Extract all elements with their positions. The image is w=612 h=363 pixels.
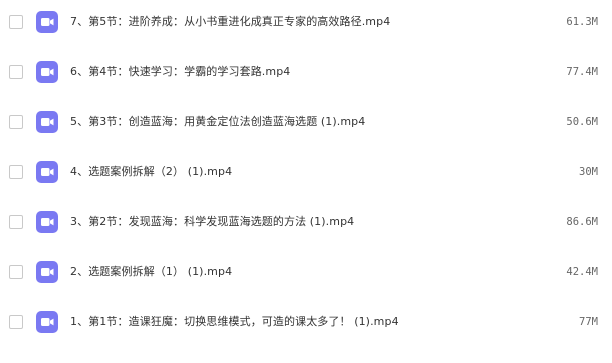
- file-name[interactable]: 5、第3节：创造蓝海：用黄金定位法创造蓝海选题 (1).mp4: [70, 113, 365, 131]
- video-file-icon: [36, 61, 58, 83]
- file-name[interactable]: 7、第5节：进阶养成：从小书重进化成真正专家的高效路径.mp4: [70, 13, 390, 31]
- file-size: 50.6M: [566, 116, 598, 128]
- row-checkbox[interactable]: [9, 115, 23, 129]
- file-row[interactable]: 6、第4节：快速学习：学霸的学习套路.mp4 77.4M: [0, 61, 612, 113]
- video-file-icon: [36, 161, 58, 183]
- file-name[interactable]: 6、第4节：快速学习：学霸的学习套路.mp4: [70, 63, 290, 81]
- video-file-icon: [36, 261, 58, 283]
- video-file-icon: [36, 311, 58, 333]
- file-size: 61.3M: [566, 16, 598, 28]
- file-row[interactable]: 5、第3节：创造蓝海：用黄金定位法创造蓝海选题 (1).mp4 50.6M: [0, 111, 612, 163]
- row-checkbox[interactable]: [9, 65, 23, 79]
- row-checkbox[interactable]: [9, 15, 23, 29]
- file-size: 77M: [579, 316, 598, 328]
- file-list: 7、第5节：进阶养成：从小书重进化成真正专家的高效路径.mp4 61.3M 6、…: [0, 0, 612, 340]
- row-checkbox[interactable]: [9, 315, 23, 329]
- file-size: 42.4M: [566, 266, 598, 278]
- file-name[interactable]: 4、选题案例拆解（2） (1).mp4: [70, 163, 232, 181]
- file-row[interactable]: 4、选题案例拆解（2） (1).mp4 30M: [0, 161, 612, 213]
- file-size: 86.6M: [566, 216, 598, 228]
- file-name[interactable]: 2、选题案例拆解（1） (1).mp4: [70, 263, 232, 281]
- file-row[interactable]: 2、选题案例拆解（1） (1).mp4 42.4M: [0, 261, 612, 313]
- file-row[interactable]: 1、第1节：造课狂魔：切换思维模式，可造的课太多了！ (1).mp4 77M: [0, 311, 612, 363]
- file-name[interactable]: 3、第2节：发现蓝海：科学发现蓝海选题的方法 (1).mp4: [70, 213, 354, 231]
- video-file-icon: [36, 11, 58, 33]
- row-checkbox[interactable]: [9, 215, 23, 229]
- file-name[interactable]: 1、第1节：造课狂魔：切换思维模式，可造的课太多了！ (1).mp4: [70, 313, 399, 331]
- file-size: 77.4M: [566, 66, 598, 78]
- file-row[interactable]: 3、第2节：发现蓝海：科学发现蓝海选题的方法 (1).mp4 86.6M: [0, 211, 612, 263]
- file-size: 30M: [579, 166, 598, 178]
- video-file-icon: [36, 211, 58, 233]
- video-file-icon: [36, 111, 58, 133]
- file-row[interactable]: 7、第5节：进阶养成：从小书重进化成真正专家的高效路径.mp4 61.3M: [0, 11, 612, 63]
- row-checkbox[interactable]: [9, 265, 23, 279]
- row-checkbox[interactable]: [9, 165, 23, 179]
